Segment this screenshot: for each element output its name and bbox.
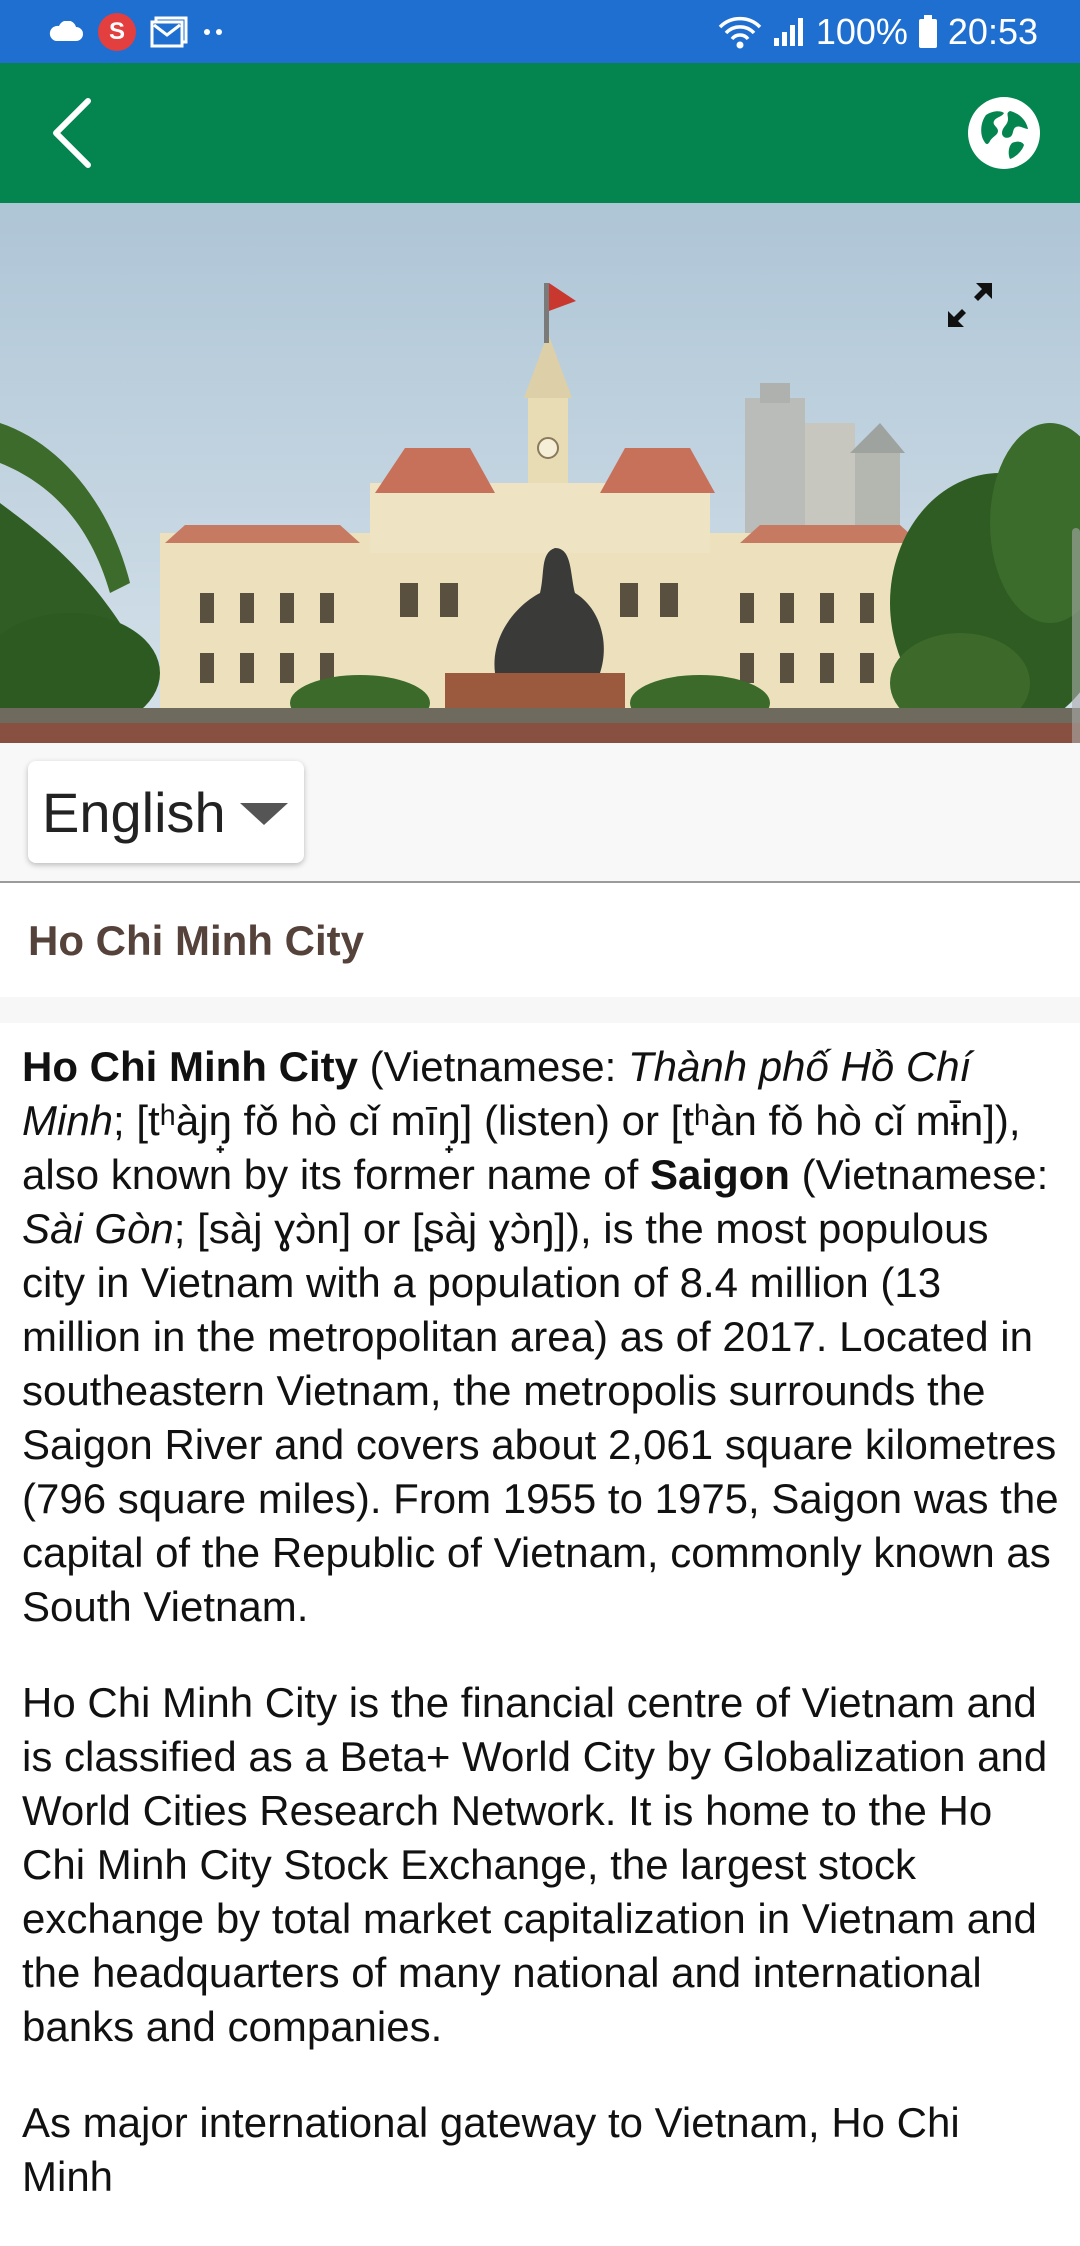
globe-button[interactable]: [968, 97, 1040, 169]
text-span: (Vietnamese:: [357, 1043, 628, 1090]
bold-former-name: Saigon: [649, 1151, 790, 1198]
signal-icon: [772, 16, 806, 48]
paragraph-1: Ho Chi Minh City (Vietnamese: Thành phố …: [22, 1040, 1062, 1634]
language-dropdown[interactable]: English: [28, 761, 304, 863]
chevron-left-icon: [53, 98, 91, 168]
scrollbar-thumb[interactable]: [1072, 528, 1080, 743]
article-title-bar: Ho Chi Minh City: [0, 885, 1080, 997]
wifi-icon: [718, 15, 762, 49]
cloud-icon: [48, 20, 84, 43]
status-bar: S 100% 20:53: [0, 0, 1080, 63]
s-notification-icon: S: [98, 12, 136, 51]
paragraph-2: Ho Chi Minh City is the financial centre…: [22, 1679, 1048, 2050]
clock: 20:53: [947, 10, 1038, 52]
expand-image-button[interactable]: [940, 275, 1000, 335]
more-dots-icon: [202, 27, 226, 37]
app-bar: [0, 63, 1080, 203]
bold-city-name: Ho Chi Minh City: [22, 1043, 358, 1090]
article-body: Ho Chi Minh City (Vietnamese: Thành phố …: [22, 1040, 1062, 2246]
caret-down-icon: [240, 803, 288, 825]
page-title: Ho Chi Minh City: [28, 917, 364, 964]
expand-icon: [948, 283, 992, 327]
language-selected: English: [42, 780, 226, 844]
back-button[interactable]: [36, 88, 108, 178]
mail-icon: [150, 16, 188, 48]
language-row: English: [0, 743, 1080, 883]
battery-icon: [918, 14, 938, 49]
vietnamese-former-name: Sài Gòn: [22, 1205, 174, 1252]
battery-percent: 100%: [815, 10, 908, 52]
paragraph-3: As major international gateway to Vietna…: [22, 2099, 960, 2200]
globe-icon: [974, 103, 1034, 163]
hero-image: [0, 203, 1080, 743]
status-right: 100% 20:53: [718, 11, 1038, 53]
status-left: S: [48, 12, 226, 51]
text-span: ; [sàj ɣɔ̀n] or [ʂàj ɣɔ̀ŋ]), is the most…: [22, 1205, 1059, 1630]
city-hall-photo: [0, 203, 1080, 743]
text-span: (Vietnamese:: [789, 1151, 1049, 1198]
divider: [0, 997, 1080, 1023]
